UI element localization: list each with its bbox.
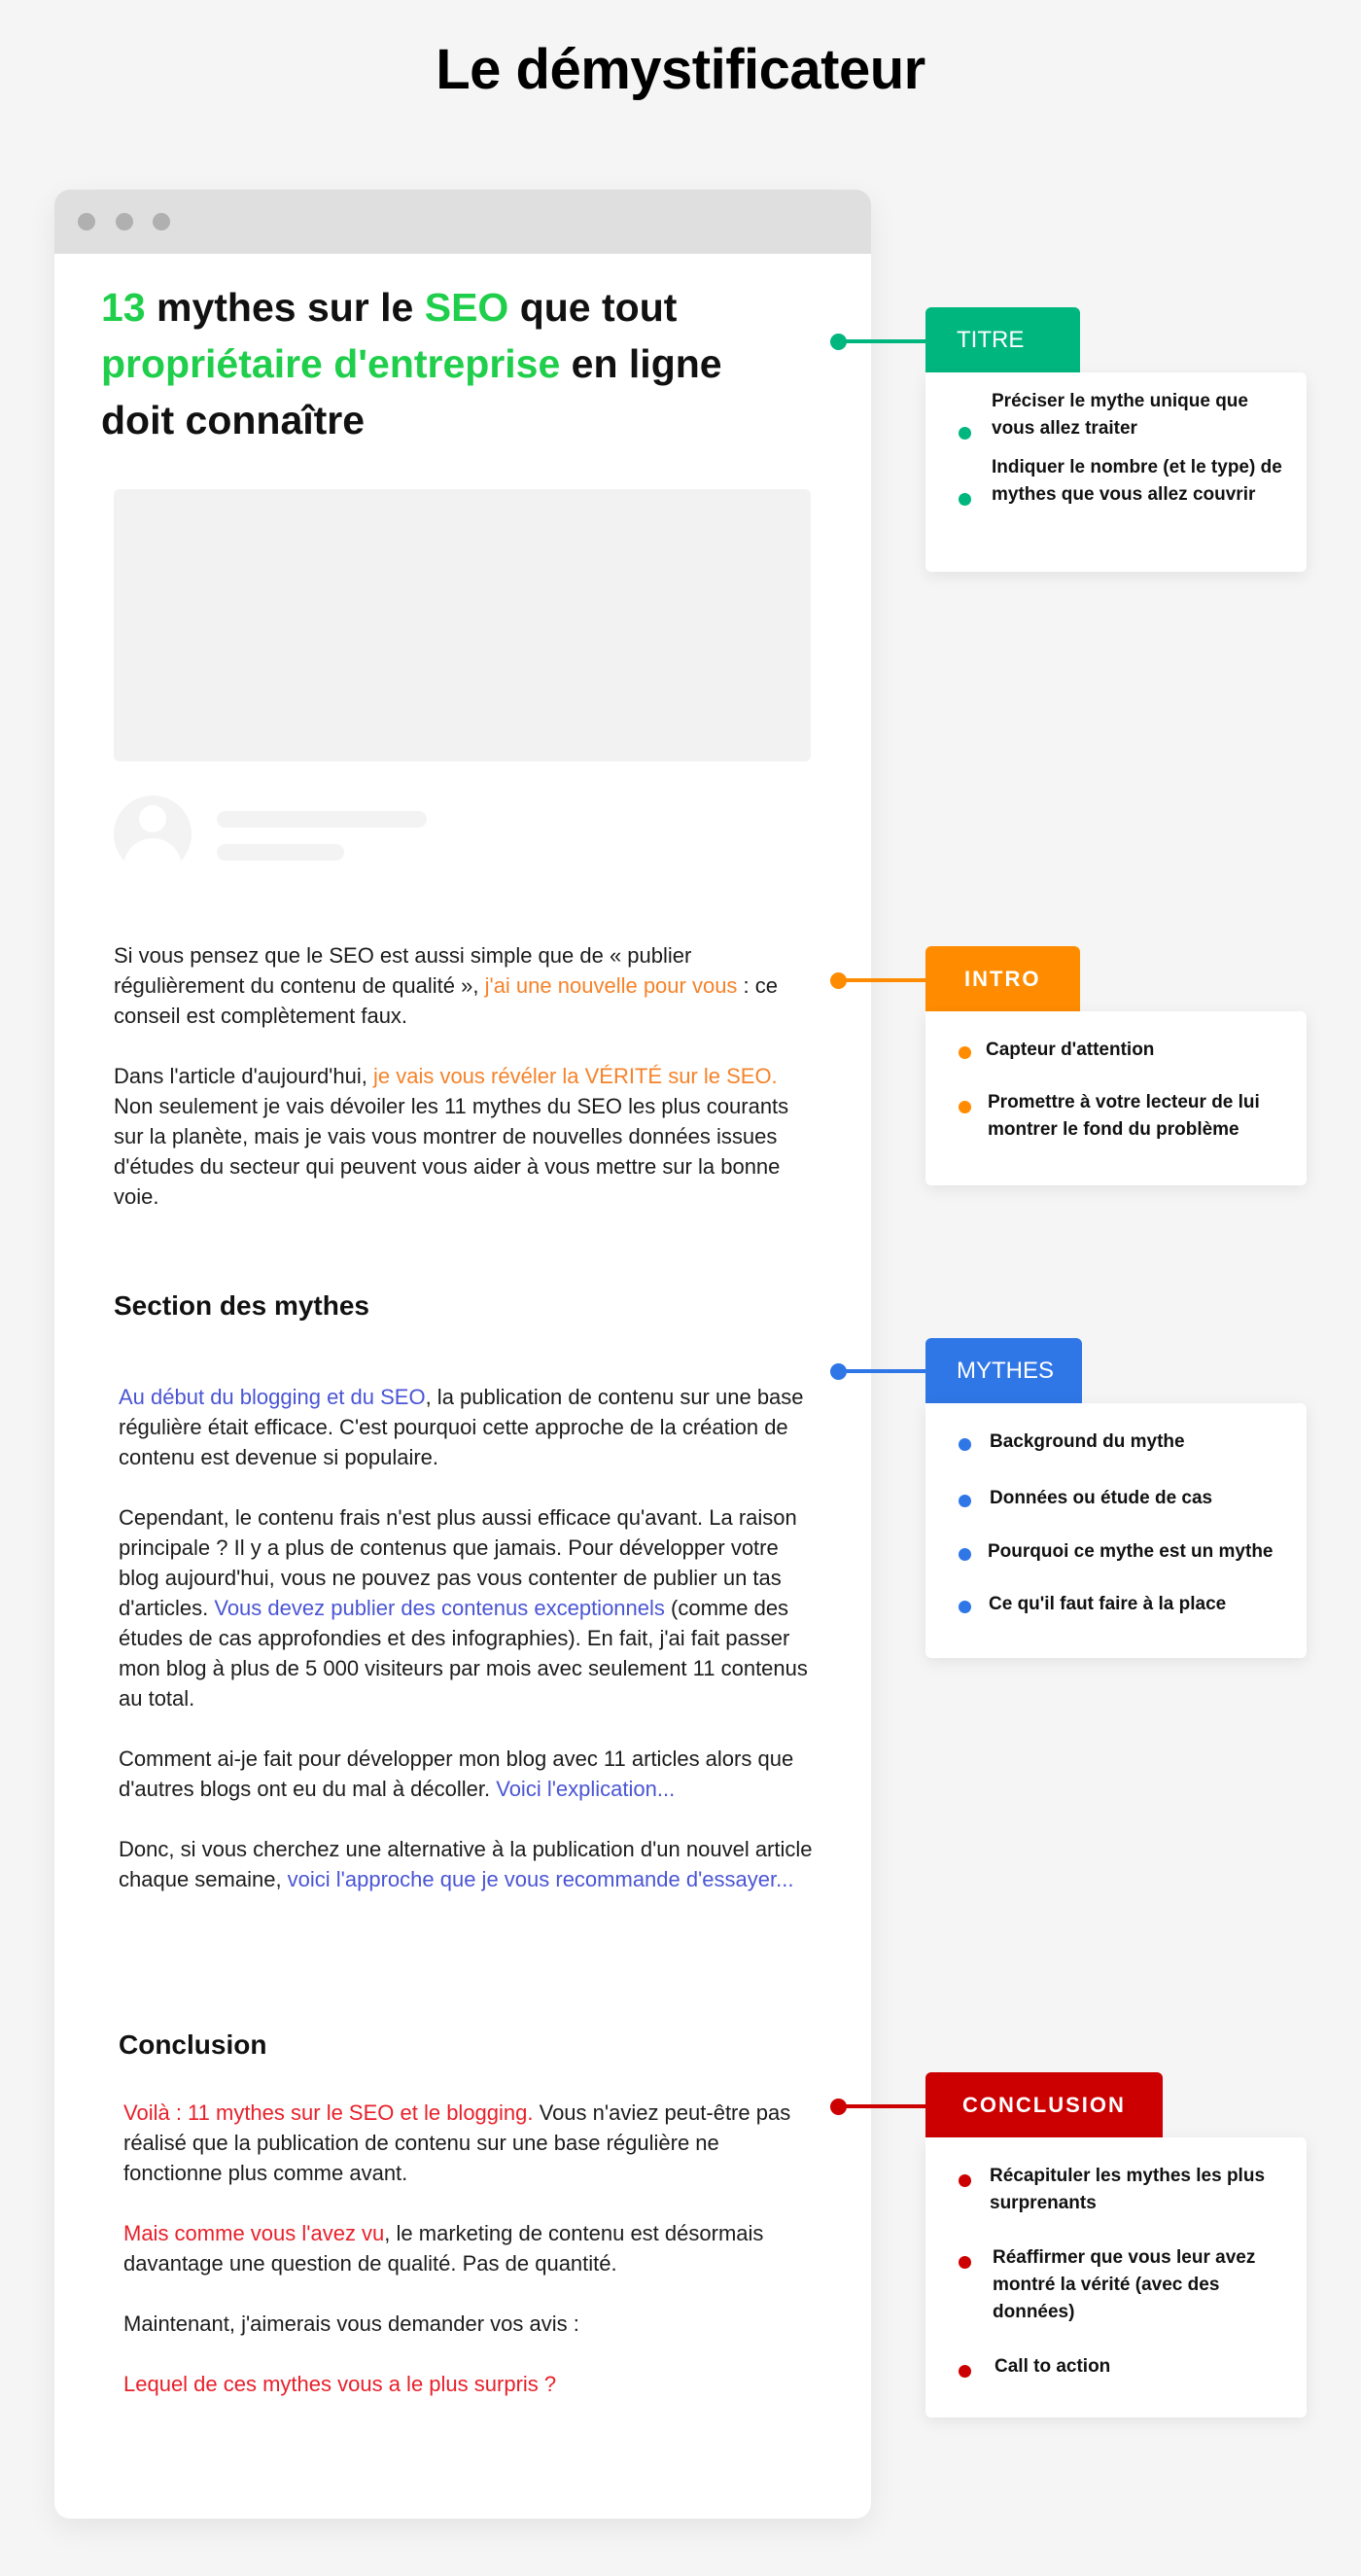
card-item-text: Indiquer le nombre (et le type) de mythe… xyxy=(992,457,1282,505)
bullet-icon xyxy=(959,1495,971,1507)
bullet-icon xyxy=(959,1101,971,1113)
card-mythes: Background du mythe Données ou étude de … xyxy=(925,1403,1307,1658)
myths-paragraph: Cependant, le contenu frais n'est plus a… xyxy=(119,1502,819,1713)
card-item-text: Call to action xyxy=(995,2356,1111,2377)
conclusion-paragraph: Lequel de ces mythes vous a le plus surp… xyxy=(123,2369,823,2399)
page-title: Le démystificateur xyxy=(436,38,925,101)
card-titre: Préciser le mythe unique que vous allez … xyxy=(925,372,1307,572)
card-item-text: Récapituler les mythes les plus surprena… xyxy=(990,2166,1266,2213)
highlighted-text: 13 xyxy=(101,285,146,330)
bullet-icon xyxy=(959,1046,971,1059)
conclusion-paragraph: Mais comme vous l'avez vu, le marketing … xyxy=(123,2218,823,2278)
conclusion-heading: Conclusion xyxy=(119,2029,267,2060)
browser-title-bar xyxy=(54,190,871,254)
card-item-text: Préciser le mythe unique que vous allez … xyxy=(992,391,1248,439)
highlighted-text: Mais comme vous l'avez vu xyxy=(123,2221,385,2245)
highlighted-text: voici l'approche que je vous recommande … xyxy=(287,1867,794,1891)
conclusion-paragraph: Voilà : 11 mythes sur le SEO et le blogg… xyxy=(123,2098,823,2188)
tag-mythes: MYTHES xyxy=(925,1338,1082,1404)
myths-paragraph: Donc, si vous cherchez une alternative à… xyxy=(119,1834,819,1894)
window-dot-icon xyxy=(116,213,133,230)
highlighted-text: je vais vous révéler la VÉRITÉ sur le SE… xyxy=(372,1064,778,1088)
highlighted-text: propriétaire d'entreprise xyxy=(101,341,561,386)
bullet-icon xyxy=(959,1601,971,1613)
browser-window-mockup: 13 mythes sur le SEO que tout propriétai… xyxy=(54,190,871,2519)
connector-line xyxy=(838,978,927,982)
conclusion-paragraph: Maintenant, j'aimerais vous demander vos… xyxy=(123,2309,823,2339)
bullet-icon xyxy=(959,493,971,506)
bullet-icon xyxy=(959,2365,971,2378)
author-avatar-icon xyxy=(114,795,192,873)
highlighted-text: SEO xyxy=(424,285,509,330)
connector-line xyxy=(838,1369,927,1373)
card-item-text: Promettre à votre lecteur de lui montrer… xyxy=(988,1092,1260,1140)
text-segment: mythes sur le xyxy=(145,285,425,330)
text-segment: Dans l'article d'aujourd'hui, xyxy=(114,1064,373,1088)
intro-paragraph: Si vous pensez que le SEO est aussi simp… xyxy=(114,940,814,1031)
text-segment: Comment ai-je fait pour développer mon b… xyxy=(119,1747,794,1801)
intro-section: Si vous pensez que le SEO est aussi simp… xyxy=(114,940,814,1242)
card-item-text: Capteur d'attention xyxy=(986,1040,1155,1060)
myths-paragraph: Au début du blogging et du SEO, la publi… xyxy=(119,1382,819,1472)
myths-section-heading: Section des mythes xyxy=(114,1290,369,1321)
highlighted-text: Voici l'explication... xyxy=(496,1777,676,1801)
window-dot-icon xyxy=(78,213,95,230)
card-item-text: Réaffirmer que vous leur avez montré la … xyxy=(993,2247,1256,2322)
conclusion-section: Voilà : 11 mythes sur le SEO et le blogg… xyxy=(123,2098,823,2429)
connector-line xyxy=(838,339,927,343)
bullet-icon xyxy=(959,2174,971,2187)
tag-titre: TITRE xyxy=(925,307,1080,373)
bullet-icon xyxy=(959,1548,971,1561)
tag-conclusion: CONCLUSION xyxy=(925,2072,1163,2138)
bullet-icon xyxy=(959,1438,971,1451)
text-segment: Non seulement je vais dévoiler les 11 my… xyxy=(114,1094,789,1209)
article-title: 13 mythes sur le SEO que tout propriétai… xyxy=(101,279,801,448)
myths-paragraph: Comment ai-je fait pour développer mon b… xyxy=(119,1744,819,1804)
highlighted-text: j'ai une nouvelle pour vous xyxy=(484,973,738,998)
myths-section: Au début du blogging et du SEO, la publi… xyxy=(119,1382,819,1924)
card-item-text: Données ou étude de cas xyxy=(990,1488,1213,1508)
highlighted-text: Au début du blogging et du SEO xyxy=(119,1385,426,1409)
card-item-text: Ce qu'il faut faire à la place xyxy=(989,1594,1227,1614)
highlighted-text: Lequel de ces mythes vous a le plus surp… xyxy=(123,2372,557,2396)
window-dot-icon xyxy=(153,213,170,230)
card-conclusion: Récapituler les mythes les plus surprena… xyxy=(925,2137,1307,2417)
card-item-text: Pourquoi ce mythe est un mythe xyxy=(988,1541,1274,1562)
highlighted-text: Voilà : 11 mythes sur le SEO et le blogg… xyxy=(123,2100,534,2125)
text-segment: que tout xyxy=(508,285,678,330)
card-intro: Capteur d'attention Promettre à votre le… xyxy=(925,1011,1307,1185)
connector-line xyxy=(838,2104,927,2108)
card-item-text: Background du mythe xyxy=(990,1431,1185,1452)
author-meta-placeholder xyxy=(217,844,344,861)
bullet-icon xyxy=(959,2256,971,2269)
text-segment: Maintenant, j'aimerais vous demander vos… xyxy=(123,2311,579,2336)
author-name-placeholder xyxy=(217,811,427,828)
highlighted-text: Vous devez publier des contenus exceptio… xyxy=(214,1596,665,1620)
hero-image-placeholder xyxy=(114,489,811,761)
tag-intro: INTRO xyxy=(925,946,1080,1012)
bullet-icon xyxy=(959,427,971,440)
intro-paragraph: Dans l'article d'aujourd'hui, je vais vo… xyxy=(114,1061,814,1212)
